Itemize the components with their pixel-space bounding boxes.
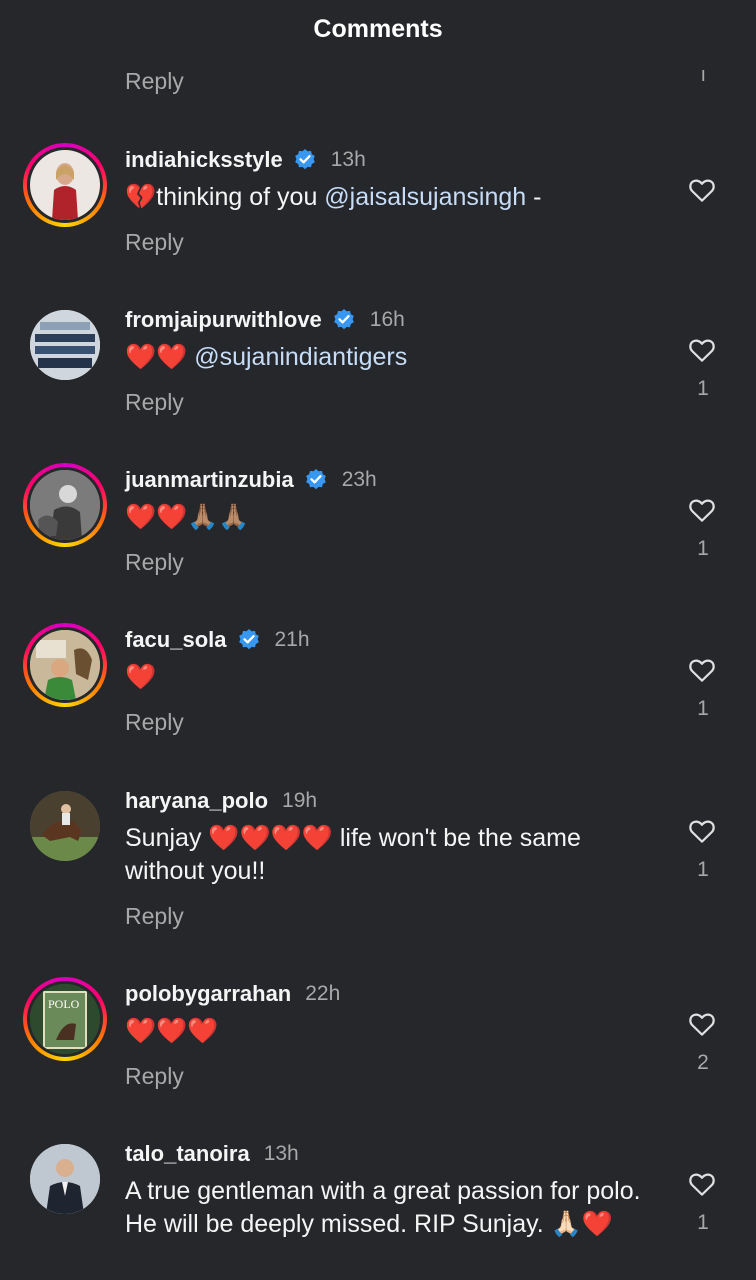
- comment-body-tail: -: [526, 183, 542, 211]
- avatar: [30, 1144, 100, 1214]
- comment-time: 13h: [263, 1142, 299, 1165]
- avatar: POLO: [30, 984, 100, 1054]
- reply-button[interactable]: Reply: [125, 68, 184, 95]
- comment-text: 💔thinking of you @jaisalsujansingh -: [125, 181, 645, 214]
- heart-outline-icon[interactable]: [686, 1009, 718, 1039]
- heart-outline-icon[interactable]: [686, 655, 718, 685]
- comment-text: ❤️❤️ @sujanindiantigers: [125, 341, 645, 374]
- mention-link[interactable]: @jaisalsujansingh: [324, 183, 526, 211]
- reply-button[interactable]: Reply: [125, 1063, 184, 1090]
- reply-button[interactable]: Reply: [125, 389, 184, 416]
- like-count: 1: [697, 377, 709, 400]
- avatar-wrap[interactable]: [23, 784, 107, 868]
- verified-badge-icon: [333, 309, 354, 330]
- heart-outline-icon[interactable]: [686, 495, 718, 525]
- heart-outline-icon[interactable]: [686, 175, 718, 205]
- comment-body: ❤️❤️: [125, 343, 195, 371]
- comment-time: 16h: [369, 308, 405, 331]
- avatar: [30, 470, 100, 540]
- like-count: 2: [697, 1051, 709, 1074]
- like-count: 1: [697, 697, 709, 720]
- reply-button[interactable]: Reply: [125, 903, 184, 930]
- username[interactable]: haryana_polo: [125, 788, 268, 814]
- username[interactable]: talo_tanoira: [125, 1141, 250, 1167]
- avatar: [30, 791, 100, 861]
- avatar-wrap[interactable]: [23, 1137, 107, 1221]
- username[interactable]: facu_sola: [125, 627, 227, 653]
- comments-header: Comments: [0, 0, 756, 58]
- avatar: [30, 310, 100, 380]
- username[interactable]: juanmartinzubia: [125, 467, 294, 493]
- reply-button[interactable]: Reply: [125, 229, 184, 256]
- username[interactable]: indiahicksstyle: [125, 147, 283, 173]
- avatar-story-ring[interactable]: [23, 463, 107, 547]
- mention-link[interactable]: @sujanindiantigers: [194, 343, 407, 371]
- avatar-wrap[interactable]: [23, 303, 107, 387]
- avatar: [30, 630, 100, 700]
- comment-text: ❤️❤️❤️: [125, 1017, 219, 1045]
- verified-badge-icon: [294, 149, 315, 170]
- username[interactable]: fromjaipurwithlove: [125, 307, 322, 333]
- comment-time: 21h: [274, 628, 310, 651]
- like-count: 1: [697, 1211, 709, 1234]
- comment-time: 13h: [330, 148, 366, 171]
- svg-text:POLO: POLO: [48, 997, 80, 1011]
- page-title: Comments: [313, 14, 443, 43]
- like-count: 1: [697, 858, 709, 881]
- comment-time: 19h: [282, 789, 318, 812]
- username[interactable]: polobygarrahan: [125, 981, 291, 1007]
- reply-button[interactable]: Reply: [125, 709, 184, 736]
- reply-button[interactable]: Reply: [125, 549, 184, 576]
- comment-text: Sunjay ❤️❤️❤️❤️ life won't be the same w…: [125, 824, 581, 885]
- heart-outline-icon[interactable]: [686, 816, 718, 846]
- comment-text: ❤️: [125, 663, 157, 691]
- verified-badge-icon: [238, 629, 259, 650]
- like-count: ı: [700, 64, 706, 86]
- heart-outline-icon[interactable]: [686, 1169, 718, 1199]
- avatar: [30, 150, 100, 220]
- avatar-story-ring[interactable]: [23, 143, 107, 227]
- verified-badge-icon: [305, 469, 326, 490]
- avatar-story-ring[interactable]: POLO: [23, 977, 107, 1061]
- comment-text: ❤️❤️🙏🏽🙏🏽: [125, 503, 250, 531]
- like-count: 1: [697, 537, 709, 560]
- heart-outline-icon[interactable]: [686, 335, 718, 365]
- comment-time: 23h: [341, 468, 377, 491]
- comment-text: A true gentleman with a great passion fo…: [125, 1177, 641, 1238]
- comment-body: 💔thinking of you: [125, 183, 325, 211]
- comment-time: 22h: [305, 982, 341, 1005]
- avatar-story-ring[interactable]: [23, 623, 107, 707]
